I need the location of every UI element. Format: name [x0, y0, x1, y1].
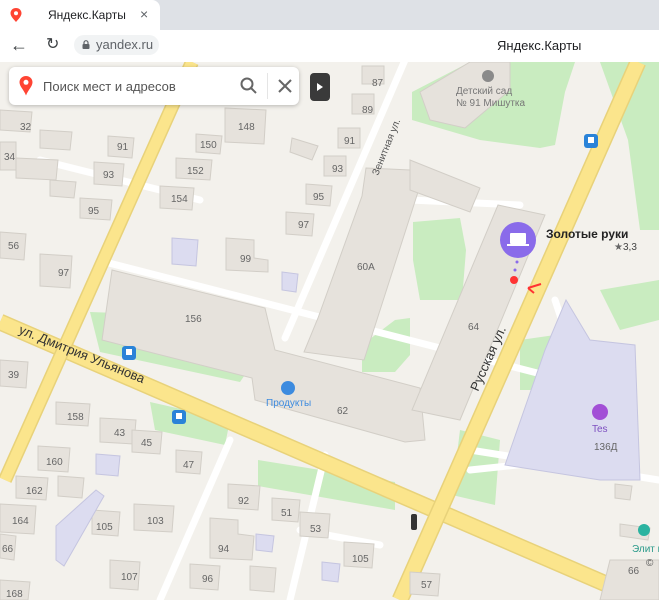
house-number: 56: [8, 241, 20, 252]
house-number: 94: [218, 544, 230, 555]
bus-stop-3[interactable]: [584, 134, 598, 148]
url-field[interactable]: yandex.ru: [74, 35, 160, 55]
map-svg: ул. Дмитрия Ульянова Русская ул. Зенитна…: [0, 62, 659, 600]
house-number: 152: [187, 166, 204, 177]
house-number: 103: [147, 516, 164, 527]
house-number: 93: [103, 170, 115, 181]
kindergarten-label-line1: Детский сад: [456, 86, 512, 97]
reload-icon[interactable]: ↻: [46, 35, 59, 55]
tab-close-icon[interactable]: ×: [140, 6, 148, 22]
house-number: 51: [281, 508, 293, 519]
house-number: 154: [171, 194, 188, 205]
house-number: 43: [114, 428, 126, 439]
house-number: 39: [8, 370, 20, 381]
map-canvas[interactable]: ул. Дмитрия Ульянова Русская ул. Зенитна…: [0, 62, 659, 600]
house-number: 97: [298, 220, 310, 231]
house-number: 105: [352, 554, 369, 565]
building-34-b: [15, 157, 59, 181]
play-triangle-icon: [317, 83, 323, 91]
building-32-b: [39, 129, 73, 151]
panel-expand-button[interactable]: [310, 73, 330, 101]
fuel-station-icon: [592, 404, 608, 420]
rating-star-icon: ★: [614, 242, 623, 253]
house-number: 95: [88, 206, 100, 217]
house-number: 96: [202, 574, 214, 585]
map-pin-icon: [19, 76, 33, 96]
house-number: 107: [121, 572, 138, 583]
building-blue-1: [171, 237, 199, 267]
house-number: 97: [58, 268, 70, 279]
house-number: 62: [337, 406, 349, 417]
tes-label: Tes: [592, 424, 608, 435]
house-number: 148: [238, 122, 255, 133]
house-number: 87: [372, 78, 384, 89]
house-number: 158: [67, 412, 84, 423]
house-number: 91: [344, 136, 356, 147]
building-blue-3: [95, 453, 121, 477]
search-input[interactable]: [43, 75, 223, 97]
house-number: 66: [2, 544, 14, 555]
lock-icon: [82, 40, 90, 49]
house-number: 64: [468, 322, 480, 333]
building-small-right: [614, 483, 633, 501]
address-bar: ← ↻ yandex.ru Яндекс.Карты: [0, 30, 659, 63]
house-number: 92: [238, 496, 250, 507]
zolotye-ruki-label: Золотые руки: [546, 227, 628, 241]
laptop-icon: [510, 233, 526, 244]
house-number: 105: [96, 522, 113, 533]
bus-stop-1[interactable]: [122, 346, 136, 360]
bus-stop-2[interactable]: [172, 410, 186, 424]
tab-title: Яндекс.Карты: [48, 8, 126, 22]
page-title: Яндекс.Карты: [497, 38, 582, 53]
house-number: 95: [313, 192, 325, 203]
search-box: [9, 67, 299, 105]
shop-icon: [638, 524, 650, 536]
house-number: 99: [240, 254, 252, 265]
building-34-c: [49, 179, 77, 199]
house-number: 45: [141, 438, 153, 449]
browser-tab[interactable]: Яндекс.Карты ×: [0, 0, 160, 30]
building-blue-6: [321, 561, 341, 583]
building-98: [249, 565, 277, 593]
building-blue-5: [255, 533, 275, 553]
house-number: 32: [20, 122, 32, 133]
house-number: 136Д: [594, 442, 618, 453]
search-icon[interactable]: [239, 76, 259, 96]
produkty-label: Продукты: [266, 398, 311, 409]
house-number: 47: [183, 460, 195, 471]
house-number: 89: [362, 105, 374, 116]
zolotye-ruki-rating: 3,3: [623, 242, 637, 253]
traffic-light-icon: [411, 514, 417, 530]
house-number: 91: [117, 142, 129, 153]
kindergarten-icon: [482, 70, 494, 82]
kindergarten-label-line2: № 91 Мишутка: [456, 98, 526, 109]
yandex-maps-favicon-icon: [10, 8, 22, 22]
park-courtyard: [413, 218, 466, 300]
house-number: 162: [26, 486, 43, 497]
browser-tab-bar: Яндекс.Карты ×: [0, 0, 659, 30]
elit-label: Элит м: [632, 544, 659, 555]
house-number: 66: [628, 566, 640, 577]
house-number: 34: [4, 152, 16, 163]
building-162-b: [57, 475, 85, 499]
house-number: 150: [200, 140, 217, 151]
house-number: 156: [185, 314, 202, 325]
house-number: 57: [421, 580, 433, 591]
url-text: yandex.ru: [96, 37, 154, 52]
house-number: 93: [332, 164, 344, 175]
copyright: ©: [646, 558, 654, 569]
back-arrow-icon[interactable]: ←: [10, 35, 28, 55]
grocery-basket-icon: [281, 381, 295, 395]
house-number: 60А: [357, 262, 375, 273]
building-blue-2: [281, 271, 299, 293]
search-divider: [267, 73, 268, 99]
house-number: 160: [46, 457, 63, 468]
location-dot[interactable]: [510, 276, 518, 284]
house-number: 53: [310, 524, 322, 535]
close-icon[interactable]: [275, 76, 295, 96]
house-number: 168: [6, 589, 23, 600]
house-number: 164: [12, 516, 29, 527]
